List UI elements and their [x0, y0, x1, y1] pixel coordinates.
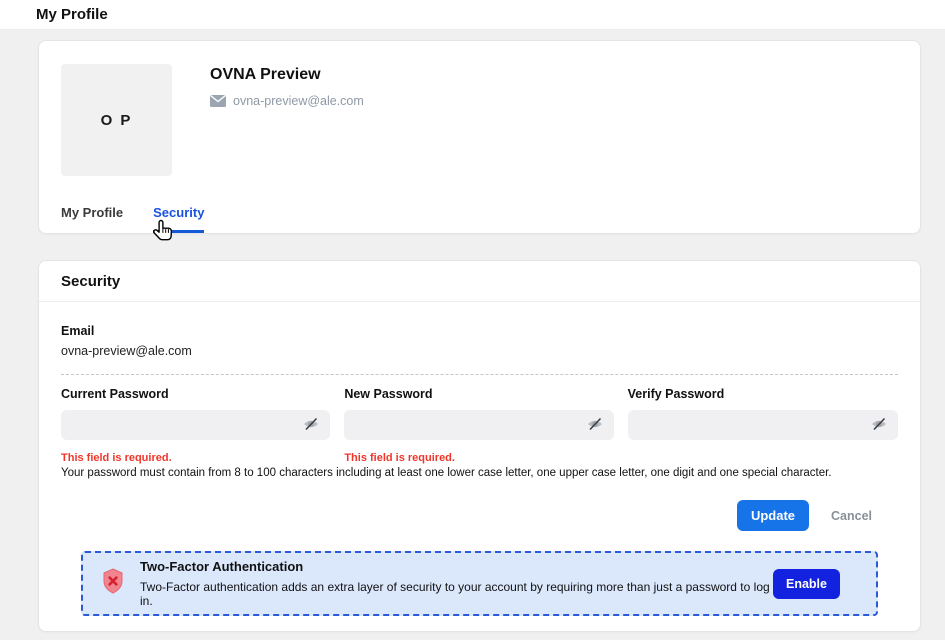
email-label: Email: [61, 324, 898, 338]
profile-email-row: ovna-preview@ale.com: [210, 94, 364, 108]
security-card-header: Security: [39, 261, 920, 302]
shield-x-icon: [101, 568, 125, 599]
form-actions: Update Cancel: [61, 500, 898, 531]
verify-password-input[interactable]: [628, 410, 898, 440]
new-password-label: New Password: [344, 387, 613, 401]
current-password-input[interactable]: [61, 410, 330, 440]
two-factor-banner: Two-Factor Authentication Two-Factor aut…: [81, 551, 878, 616]
eye-off-icon[interactable]: [868, 414, 890, 436]
current-password-input-wrap: [61, 410, 330, 440]
tab-my-profile[interactable]: My Profile: [61, 205, 123, 233]
two-factor-title: Two-Factor Authentication: [140, 559, 773, 574]
email-value: ovna-preview@ale.com: [61, 344, 898, 358]
current-password-field: Current Password This field is required.: [61, 387, 330, 464]
envelope-icon: [210, 95, 226, 107]
eye-off-icon[interactable]: [584, 414, 606, 436]
avatar: O P: [61, 64, 172, 176]
app-header: My Profile: [0, 0, 945, 30]
security-card: Security Email ovna-preview@ale.com Curr…: [38, 260, 921, 632]
password-hint: Your password must contain from 8 to 100…: [61, 467, 898, 479]
new-password-input-wrap: [344, 410, 613, 440]
enable-two-factor-button[interactable]: Enable: [773, 569, 840, 599]
verify-password-error: [628, 452, 898, 464]
profile-email: ovna-preview@ale.com: [233, 94, 364, 108]
profile-info: OVNA Preview ovna-preview@ale.com: [210, 64, 364, 176]
verify-password-input-wrap: [628, 410, 898, 440]
avatar-initials: O P: [101, 112, 133, 129]
update-button[interactable]: Update: [737, 500, 809, 531]
verify-password-label: Verify Password: [628, 387, 898, 401]
profile-name: OVNA Preview: [210, 66, 364, 84]
security-heading: Security: [61, 273, 898, 290]
profile-tabs: My Profile Security: [61, 205, 204, 233]
eye-off-icon[interactable]: [300, 414, 322, 436]
current-password-error: This field is required.: [61, 452, 330, 464]
tab-security[interactable]: Security: [153, 205, 204, 233]
password-fields-row: Current Password This field is required.: [61, 387, 898, 464]
profile-summary: O P OVNA Preview ovna-preview@ale.com: [61, 64, 898, 176]
page-title: My Profile: [36, 6, 108, 23]
two-factor-texts: Two-Factor Authentication Two-Factor aut…: [140, 559, 773, 608]
section-divider: [61, 374, 898, 375]
page-content: O P OVNA Preview ovna-preview@ale.com My…: [0, 30, 945, 632]
new-password-field: New Password This field is required.: [344, 387, 613, 464]
current-password-label: Current Password: [61, 387, 330, 401]
cancel-button[interactable]: Cancel: [831, 509, 872, 523]
new-password-input[interactable]: [344, 410, 613, 440]
profile-card: O P OVNA Preview ovna-preview@ale.com My…: [38, 40, 921, 234]
verify-password-field: Verify Password: [628, 387, 898, 464]
security-card-body: Email ovna-preview@ale.com Current Passw…: [39, 302, 920, 616]
new-password-error: This field is required.: [344, 452, 613, 464]
two-factor-description: Two-Factor authentication adds an extra …: [140, 580, 773, 608]
email-block: Email ovna-preview@ale.com: [61, 324, 898, 358]
